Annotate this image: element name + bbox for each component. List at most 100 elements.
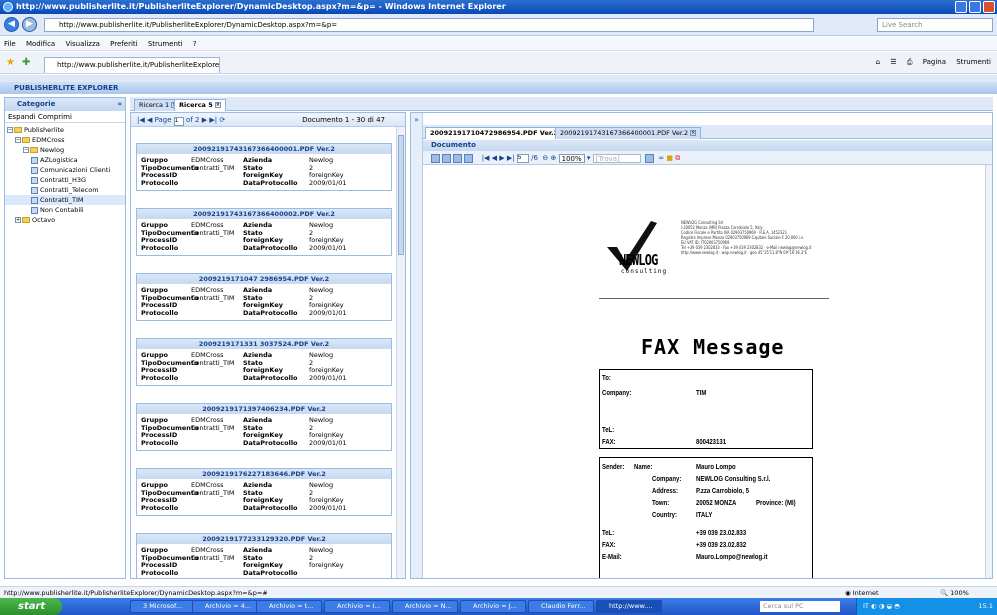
taskbar-item[interactable]: Archivio = t... [256,600,322,613]
add-favorite-icon[interactable]: ✚ [22,57,30,68]
result-card[interactable]: 2009219171397406234.PDF Ver.2 Gruppo EDMCr… [136,403,392,451]
security-zone-label: Internet [852,589,879,597]
tree-node[interactable]: AZLogistica [5,155,125,165]
url-input[interactable]: http://www.publisherlite.it/Publisherlit… [44,18,814,32]
zoom-in-icon[interactable]: ⊕ [551,154,557,162]
result-card[interactable]: 20092191743167366400001.PDF Ver.2 Gruppo E… [136,143,392,191]
taskbar-item[interactable]: 3 Microsof... [130,600,196,613]
tab-document-2[interactable]: 20092191743167366400001.PDF Ver.2 × [555,127,702,139]
result-card-title[interactable]: 20092191743167366400001.PDF Ver.2 [137,144,391,154]
prev-page-icon[interactable]: ◀ [492,154,497,162]
browser-tab[interactable]: http://www.publisherlite.it/Publisherlit… [44,57,220,73]
result-card-title[interactable]: 2009219177233129320.PDF Ver.2 [137,534,391,544]
taskbar-item[interactable]: http://www.... [596,600,662,613]
tab-ricerca-5[interactable]: Ricerca 5 × [174,99,226,111]
menu-strumenti[interactable]: Strumenti [148,40,183,48]
refresh-icon[interactable]: ⟳ [219,116,225,124]
page-label: Page [154,116,172,124]
zoom-out-icon[interactable]: ⊖ [542,154,548,162]
back-button[interactable]: ◀ [4,17,19,32]
expand-all-link[interactable]: Espandi [8,113,36,121]
menu-help[interactable]: ? [193,40,197,48]
zoom-dropdown-icon[interactable]: ▾ [587,154,591,162]
tree-node[interactable]: − Publisherlite [5,125,125,135]
taskbar-item[interactable]: Archivio = I... [324,600,390,613]
tray-icons[interactable]: IT ◐ ◑ ◒ ◓ [863,602,900,610]
result-card-title[interactable]: 2009219176227183646.PDF Ver.2 [137,469,391,479]
start-button[interactable]: start [0,598,62,615]
pagina-menu[interactable]: Pagina [923,58,946,66]
result-card-title[interactable]: 2009219171047 2986954.PDF Ver.2 [137,274,391,284]
tab-document-1[interactable]: 20092191710472986954.PDF Ver.2× [425,127,572,139]
expand-toggle-icon[interactable]: + [15,217,21,223]
expand-panel-icon[interactable]: » [411,113,423,578]
first-page-icon[interactable]: |◀ [137,116,145,124]
taskbar-item[interactable]: Archivio = J... [460,600,526,613]
expand-toggle-icon[interactable]: − [7,127,13,133]
last-page-icon[interactable]: ▶| [507,154,515,162]
maximize-button[interactable] [969,1,981,13]
open-icon[interactable] [431,153,440,163]
result-card[interactable]: 20092191743167366400002.PDF Ver.2 Gruppo E… [136,208,392,256]
close-tab-icon[interactable]: × [690,130,697,136]
print-icon[interactable] [453,153,462,163]
tree-node[interactable]: Contratti_Telecom [5,185,125,195]
next-page-icon[interactable]: ▶ [499,154,504,162]
print-icon[interactable]: ⎙ [907,58,913,66]
collapse-panel-icon[interactable]: « [117,98,122,111]
search-input[interactable]: Live Search [877,18,993,32]
result-card[interactable]: 2009219176227183646.PDF Ver.2 Gruppo EDMCr… [136,468,392,516]
search-doc-icon[interactable] [645,153,655,163]
tree-node[interactable]: − Newlog [5,145,125,155]
thumbnails-icon[interactable] [442,153,451,163]
favorites-star-icon[interactable]: ★ [6,57,15,68]
menu-preferiti[interactable]: Preferiti [110,40,137,48]
expand-toggle-icon[interactable]: − [15,137,21,143]
result-card-title[interactable]: 20092191743167366400002.PDF Ver.2 [137,209,391,219]
close-tab-icon[interactable]: × [214,102,221,108]
tree-node[interactable]: Non Contabili [5,205,125,215]
folder-icon[interactable]: ■ [666,154,673,162]
pdf-icon[interactable]: ⧉ [675,154,680,162]
tree-node[interactable]: Comunicazioni Clienti [5,165,125,175]
taskbar-item[interactable]: Archivio = N... [392,600,458,613]
expand-toggle-icon[interactable]: − [23,147,29,153]
menu-visualizza[interactable]: Visualizza [65,40,99,48]
tree-node[interactable]: + Octavo [5,215,125,225]
prev-page-icon[interactable]: ◀ [147,116,152,124]
last-page-icon[interactable]: ▶| [209,116,217,124]
result-card[interactable]: 2009219171331 3037524.PDF Ver.2 Gruppo EDM… [136,338,392,386]
result-card-title[interactable]: 2009219171331 3037524.PDF Ver.2 [137,339,391,349]
field-value: 2009/01/01 [309,438,347,447]
menu-modifica[interactable]: Modifica [26,40,55,48]
doc-page-input[interactable] [516,153,529,163]
menu-file[interactable]: File [4,40,16,48]
collapse-all-link[interactable]: Comprimi [38,113,72,121]
taskbar-item[interactable]: Archivio = 4... [192,600,258,613]
feeds-icon[interactable]: ☰ [890,58,896,66]
tree-node[interactable]: − EDMCross [5,135,125,145]
tree-node[interactable]: Contratti_H3G [5,175,125,185]
result-card[interactable]: 2009219171047 2986954.PDF Ver.2 Gruppo EDM… [136,273,392,321]
taskbar-item[interactable]: Claudio Ferr... [528,600,594,613]
close-button[interactable] [983,1,995,13]
tree-node[interactable]: Contratti_TIM [5,195,125,205]
tab-document-2-label: 20092191743167366400001.PDF Ver.2 [560,129,689,137]
zoom-select[interactable]: 100% [558,153,585,163]
document-scrollbar[interactable] [985,165,992,578]
page-input[interactable] [173,116,184,126]
home-icon[interactable]: ⌂ [876,58,880,66]
link-icon[interactable]: ∞ [658,154,664,162]
scroll-thumb[interactable] [398,135,404,255]
first-page-icon[interactable]: |◀ [482,154,490,162]
minimize-button[interactable] [955,1,967,13]
result-card-title[interactable]: 2009219171397406234.PDF Ver.2 [137,404,391,414]
save-icon[interactable] [464,153,473,163]
forward-button[interactable]: ▶ [22,17,37,32]
result-card[interactable]: 2009219177233129320.PDF Ver.2 Gruppo EDMCr… [136,533,392,578]
strumenti-menu[interactable]: Strumenti [956,58,991,66]
taskbar-search-input[interactable]: Cerca sul PC [760,601,840,612]
results-scrollbar[interactable] [396,127,405,578]
find-input[interactable]: [Trova] [592,153,641,163]
next-page-icon[interactable]: ▶ [202,116,207,124]
